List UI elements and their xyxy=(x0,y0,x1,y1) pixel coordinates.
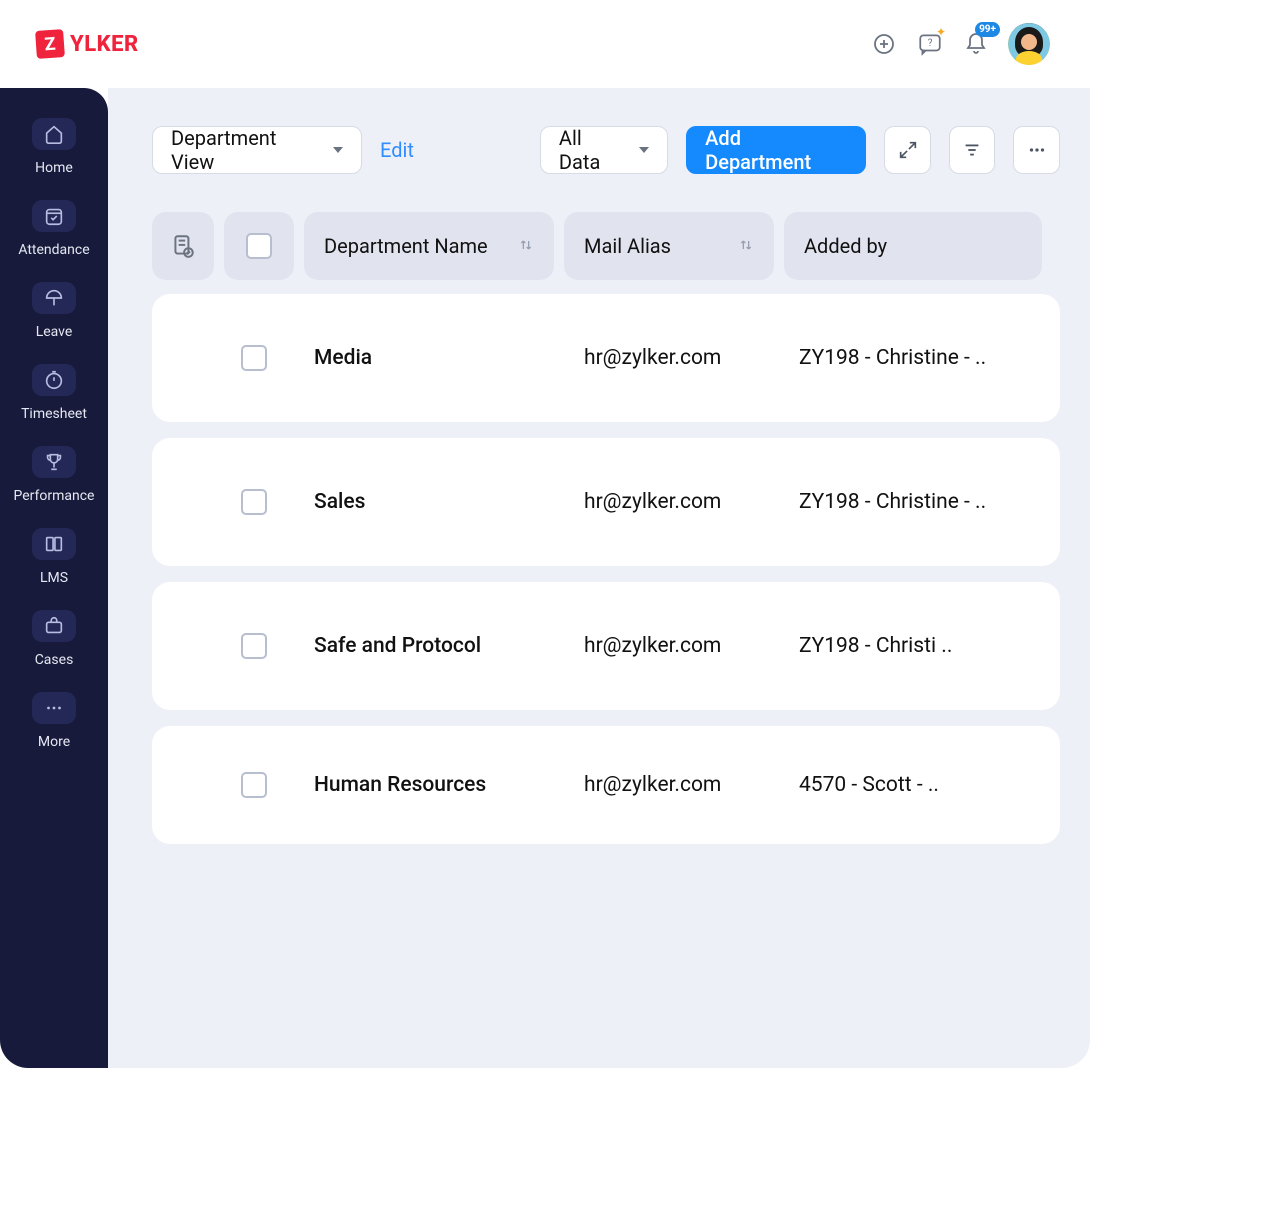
sort-icon xyxy=(518,234,534,258)
table-row[interactable]: Human Resources hr@zylker.com 4570 - Sco… xyxy=(152,726,1060,844)
svg-text:?: ? xyxy=(928,38,933,49)
cell-added: ZY198 - Christi .. xyxy=(779,634,1039,658)
sidebar-item-lms[interactable]: LMS xyxy=(32,528,76,586)
filter-button[interactable] xyxy=(949,126,996,174)
brand-name: YLKER xyxy=(70,32,139,57)
filter-icon xyxy=(961,139,983,161)
home-icon xyxy=(32,118,76,150)
add-icon[interactable] xyxy=(870,30,898,58)
column-header-added[interactable]: Added by xyxy=(784,212,1042,280)
column-header-mail[interactable]: Mail Alias xyxy=(564,212,774,280)
add-department-label: Add Department xyxy=(705,126,847,174)
sidebar-item-home[interactable]: Home xyxy=(32,118,76,176)
cell-added: 4570 - Scott - .. xyxy=(779,773,1039,797)
sidebar-item-timesheet[interactable]: Timesheet xyxy=(21,364,87,422)
sidebar-item-cases[interactable]: Cases xyxy=(32,610,76,668)
briefcase-icon xyxy=(32,610,76,642)
table-row[interactable]: Sales hr@zylker.com ZY198 - Christine - … xyxy=(152,438,1060,566)
avatar[interactable] xyxy=(1008,23,1050,65)
column-label: Added by xyxy=(804,234,887,258)
sidebar-item-performance[interactable]: Performance xyxy=(14,446,95,504)
more-actions-button[interactable] xyxy=(1013,126,1060,174)
sort-icon xyxy=(738,234,754,258)
cell-mail: hr@zylker.com xyxy=(564,634,779,658)
cell-mail: hr@zylker.com xyxy=(564,346,779,370)
table-row[interactable]: Media hr@zylker.com ZY198 - Christine - … xyxy=(152,294,1060,422)
sidebar-item-label: Leave xyxy=(36,324,73,340)
column-label: Mail Alias xyxy=(584,234,671,258)
column-select-all[interactable] xyxy=(224,212,294,280)
row-checkbox[interactable] xyxy=(241,772,267,798)
column-form[interactable] xyxy=(152,212,214,280)
column-header-name[interactable]: Department Name xyxy=(304,212,554,280)
stopwatch-icon xyxy=(32,364,76,396)
sidebar-item-label: Attendance xyxy=(18,242,89,258)
sidebar-item-label: Cases xyxy=(35,652,74,668)
expand-icon xyxy=(897,139,919,161)
select-all-checkbox[interactable] xyxy=(246,233,272,259)
calendar-check-icon xyxy=(32,200,76,232)
brand-tile: Z xyxy=(35,29,65,59)
sidebar-item-more[interactable]: More xyxy=(32,692,76,750)
cell-name: Human Resources xyxy=(294,773,564,797)
cell-name: Safe and Protocol xyxy=(294,634,564,658)
row-checkbox[interactable] xyxy=(241,489,267,515)
sidebar-item-label: LMS xyxy=(40,570,68,586)
more-icon xyxy=(32,692,76,724)
data-filter-label: All Data xyxy=(559,126,625,174)
umbrella-icon xyxy=(32,282,76,314)
add-department-button[interactable]: Add Department xyxy=(686,126,866,174)
cell-name: Sales xyxy=(294,490,564,514)
table-row[interactable]: Safe and Protocol hr@zylker.com ZY198 - … xyxy=(152,582,1060,710)
column-label: Department Name xyxy=(324,234,488,258)
view-dropdown[interactable]: Department View xyxy=(152,126,362,174)
row-checkbox[interactable] xyxy=(241,633,267,659)
sidebar-item-attendance[interactable]: Attendance xyxy=(18,200,89,258)
sidebar-item-label: Performance xyxy=(14,488,95,504)
help-chat-icon[interactable]: ? ✦ xyxy=(916,30,944,58)
data-filter-dropdown[interactable]: All Data xyxy=(540,126,668,174)
notifications-icon[interactable]: 99+ xyxy=(962,30,990,58)
sidebar-item-leave[interactable]: Leave xyxy=(32,282,76,340)
cell-added: ZY198 - Christine - .. xyxy=(779,490,1039,514)
expand-button[interactable] xyxy=(884,126,931,174)
departments-table: Department Name Mail Alias Added by Medi… xyxy=(152,212,1060,844)
edit-view-link[interactable]: Edit xyxy=(380,138,414,162)
sidebar-item-label: Home xyxy=(35,160,73,176)
row-checkbox[interactable] xyxy=(241,345,267,371)
notifications-badge: 99+ xyxy=(975,22,1000,37)
cell-mail: hr@zylker.com xyxy=(564,773,779,797)
book-icon xyxy=(32,528,76,560)
sidebar-item-label: Timesheet xyxy=(21,406,87,422)
cell-mail: hr@zylker.com xyxy=(564,490,779,514)
trophy-icon xyxy=(32,446,76,478)
dots-icon xyxy=(1026,139,1048,161)
view-dropdown-label: Department View xyxy=(171,126,319,174)
brand-logo: Z YLKER xyxy=(36,30,139,58)
form-icon xyxy=(170,233,196,259)
cell-added: ZY198 - Christine - .. xyxy=(779,346,1039,370)
sidebar-item-label: More xyxy=(38,734,70,750)
cell-name: Media xyxy=(294,346,564,370)
